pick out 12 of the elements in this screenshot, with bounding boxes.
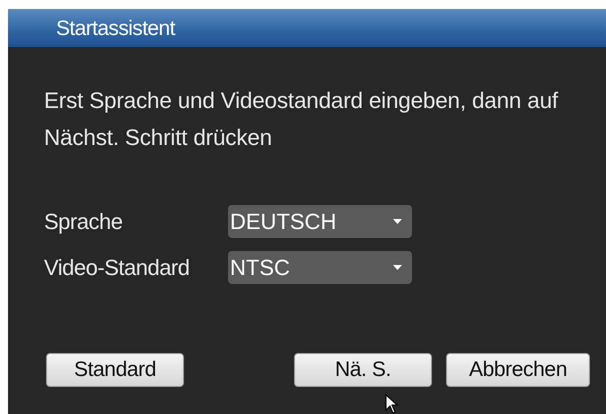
window-title: Startassistent	[56, 17, 175, 40]
dropdown[interactable]: NTSC	[228, 251, 412, 284]
field-label: Sprache	[44, 208, 124, 234]
field-label: Video-Standard	[44, 254, 190, 280]
dialog-button[interactable]: Nä. S.	[294, 353, 432, 387]
dialog-button[interactable]: Abbrechen	[446, 353, 590, 387]
caret-icon	[393, 219, 402, 224]
cursor-icon	[385, 394, 399, 414]
caret-icon	[393, 265, 402, 270]
dropdown[interactable]: DEUTSCH	[228, 205, 412, 238]
instruction-text: Erst Sprache und Videostandard eingeben, dann auf Nächst. Schritt drücken	[44, 87, 560, 152]
dialog-button[interactable]: Standard	[46, 353, 184, 387]
